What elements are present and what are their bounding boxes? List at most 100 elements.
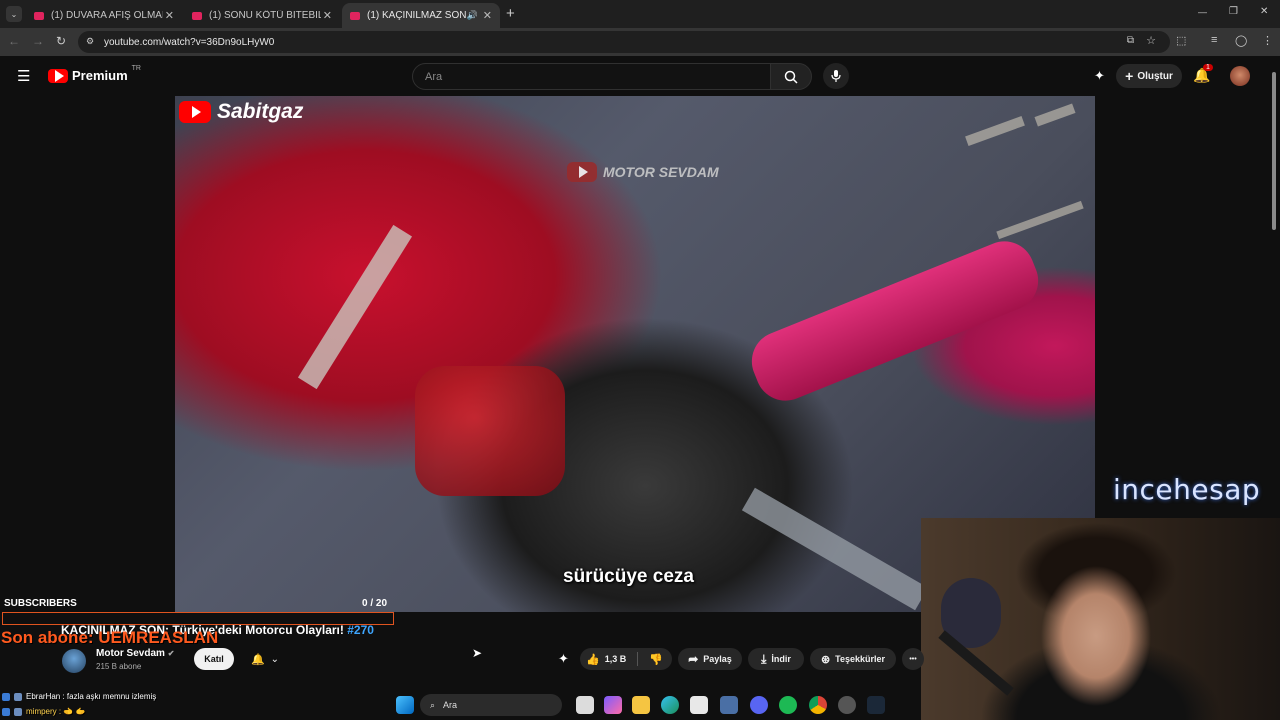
thumbs-up-icon: 👍 [586,653,600,666]
windows-start-icon[interactable] [396,696,414,714]
webcam-overlay [921,518,1280,720]
video-hashtag[interactable]: #270 [347,623,374,637]
browser-tab-1[interactable]: (1) DUVARA AFİŞ OLMAK | 5Sn ✕ [26,3,182,28]
new-tab-button[interactable]: + [506,5,515,22]
channel-subscriber-count: 215 B abone [96,662,142,671]
youtube-premium-logo[interactable]: Premium TR [48,65,141,83]
scrollbar-thumb[interactable] [1272,72,1276,230]
thanks-label: Teşekkürler [835,654,886,664]
youtube-logo-icon [48,68,68,83]
browser-menu-icon[interactable]: ⋮ [1262,34,1273,47]
mouse-cursor-icon: ➤ [472,646,483,660]
app-icon[interactable] [838,696,856,714]
divider [637,652,639,666]
chat-message: mimpery : 🫲 🫱 [2,707,85,716]
create-button[interactable]: + Oluştur [1116,64,1182,88]
extensions-icon[interactable]: ⬚ [1176,34,1186,47]
edge-icon[interactable] [661,696,679,714]
share-button[interactable]: ➦ Paylaş [678,648,742,670]
address-url: youtube.com/watch?v=36Dn9oLHyW0 [104,36,275,48]
verified-icon: ✔ [167,649,175,658]
sabitgaz-watermark: Sabitgaz [179,100,303,124]
more-actions-button[interactable]: ••• [902,648,924,670]
browser-tab-2[interactable]: (1) SONU KÖTÜ BİTEBİLİRDİ!..Tr ✕ [184,3,340,28]
bookmark-star-icon[interactable]: ☆ [1146,34,1156,47]
voice-search-button[interactable] [823,63,849,89]
microphone-icon [831,70,841,82]
browser-tab-label: (1) KAÇINILMAZ SON: Türk [367,10,467,21]
channel-name[interactable]: Motor Sevdam ✔ [96,648,174,659]
thanks-button[interactable]: ⊛ Teşekkürler [810,648,896,670]
search-icon [784,70,798,84]
back-arrow-icon[interactable]: ← [8,34,20,48]
road-marking [996,200,1084,240]
like-count: 1,3 B [604,654,627,664]
chevron-down-icon: ⌄ [270,653,280,665]
like-dislike-group: 👍 1,3 B 👎 [580,648,672,670]
like-button[interactable]: 👍 1,3 B [586,653,626,666]
share-label: Paylaş [703,654,732,664]
chat-badge-icon [14,707,22,716]
hamburger-menu-icon[interactable]: ☰ [17,67,30,85]
download-button[interactable]: ⤓ İndir [748,648,804,670]
search-placeholder: Ara [425,70,443,83]
browser-tab-label: (1) DUVARA AFİŞ OLMAK | 5Sn [51,10,163,21]
chat-message: EbrarHan : fazla aşkı memnu izlemiş [2,692,156,701]
search-button[interactable] [770,63,812,90]
thumbs-down-icon[interactable]: 👎 [649,653,663,666]
close-tab-icon[interactable]: ✕ [483,9,492,22]
discord-icon[interactable] [750,696,768,714]
browser-tab-bar: ⌄ (1) DUVARA AFİŞ OLMAK | 5Sn ✕ (1) SONU… [0,0,1280,28]
minimize-window-button[interactable]: — [1198,7,1207,17]
page-scrollbar[interactable] [1270,60,1278,720]
copilot-icon[interactable] [604,696,622,714]
chat-message-text: EbrarHan : fazla aşkı memnu izlemiş [26,692,157,701]
notification-badge: 1 [1203,64,1213,71]
close-tab-icon[interactable]: ✕ [165,9,174,22]
chrome-icon[interactable] [809,696,827,714]
plus-icon: + [1125,68,1134,84]
subscribe-notification-button[interactable]: 🔔 ⌄ [241,648,289,670]
forward-arrow-icon[interactable]: → [32,34,44,48]
account-avatar[interactable] [1230,66,1250,86]
reload-icon[interactable]: ↻ [56,34,66,48]
youtube-favicon-icon [350,11,360,20]
road-marking [965,116,1025,146]
motorcycle-frame [297,224,413,390]
steam-icon[interactable] [867,696,885,714]
sponsor-watermark: incehesap [1113,473,1261,506]
channel-avatar[interactable] [62,649,86,673]
creator-studio-icon[interactable]: ✦ [1094,68,1105,84]
download-label: İndir [771,654,791,664]
app-icon[interactable] [720,696,738,714]
search-input[interactable]: Ara [412,63,771,90]
close-window-button[interactable]: ✕ [1260,6,1268,17]
watermark-text: MOTOR SEVDAM [603,164,719,180]
restore-window-button[interactable]: ❐ [1229,6,1238,17]
tab-list-chevron-icon[interactable]: ⌄ [6,6,22,22]
taskbar-search[interactable]: ⌕ Ara [420,694,562,716]
chat-badge-icon [14,692,22,701]
motor-sevdam-watermark: MOTOR SEVDAM [567,162,719,182]
super-thanks-icon: ⊛ [820,653,831,666]
subscriber-goal-label: SUBSCRIBERS [4,598,77,609]
cast-icon[interactable]: ⧉ [1127,35,1134,46]
profile-icon[interactable]: ◯ [1235,34,1247,47]
bell-icon: 🔔 [250,653,265,666]
media-control-icon[interactable]: ≡ [1211,34,1217,46]
tab-audio-icon[interactable]: 🔊 [467,10,478,21]
address-bar[interactable]: ⚙ youtube.com/watch?v=36Dn9oLHyW0 ⧉ ☆ [78,31,1170,53]
youtube-logo-icon [567,162,597,182]
spotify-icon[interactable] [779,696,797,714]
create-label: Oluştur [1137,70,1173,82]
file-explorer-icon[interactable] [632,696,650,714]
close-tab-icon[interactable]: ✕ [323,9,332,22]
task-view-icon[interactable] [576,696,594,714]
browser-tab-active[interactable]: (1) KAÇINILMAZ SON: Türk 🔊 ✕ [342,3,500,28]
browser-toolbar: ← → ↻ ⚙ youtube.com/watch?v=36Dn9oLHyW0 … [0,28,1280,56]
join-button[interactable]: Katıl [194,648,234,670]
ai-sparkle-icon[interactable]: ✦ [558,651,569,667]
notifications-button[interactable]: 🔔 1 [1193,64,1213,85]
store-icon[interactable] [690,696,708,714]
site-info-icon[interactable]: ⚙ [86,36,94,47]
